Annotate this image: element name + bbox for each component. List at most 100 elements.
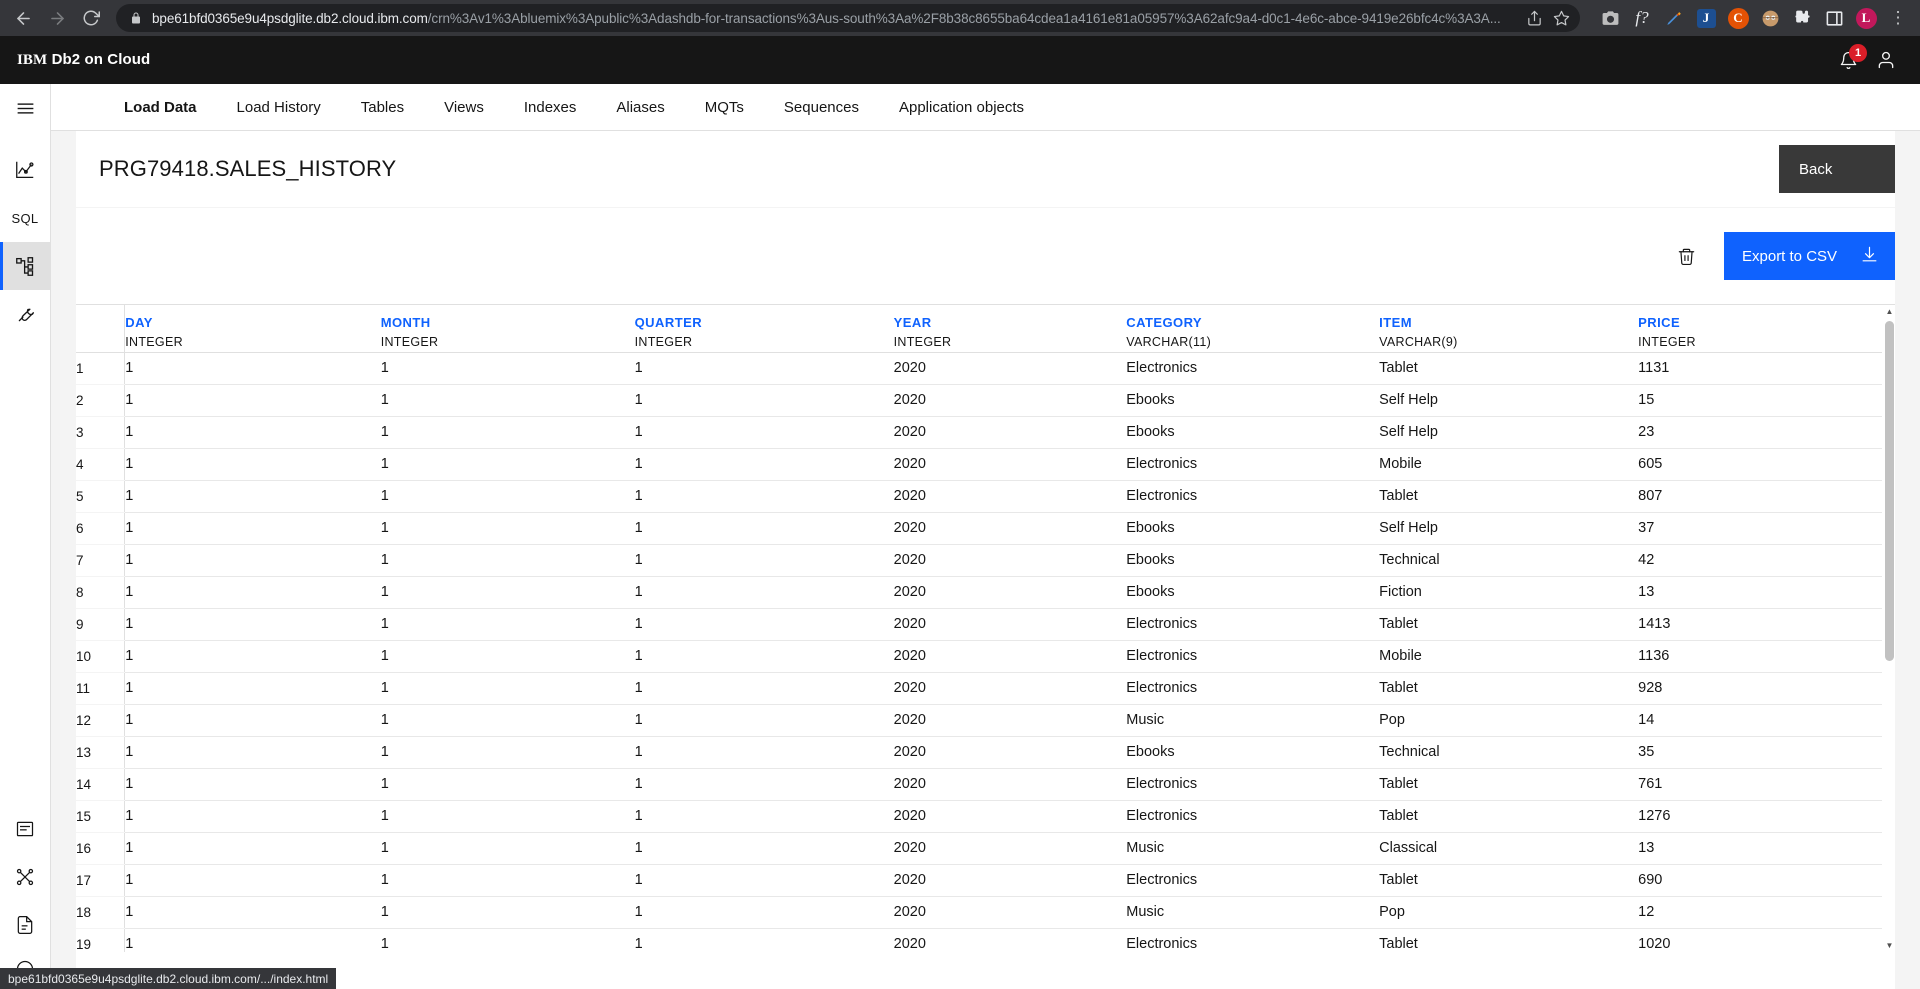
cell-month[interactable]: 1 (380, 736, 635, 769)
console-icon[interactable] (0, 805, 51, 853)
cell-month[interactable]: 1 (380, 512, 635, 545)
cell-month[interactable]: 1 (380, 480, 635, 513)
cell-day[interactable]: 1 (124, 800, 381, 833)
cell-day[interactable]: 1 (124, 736, 381, 769)
cell-category[interactable]: Music (1126, 832, 1380, 865)
tab-sequences[interactable]: Sequences (764, 84, 879, 130)
cell-day[interactable]: 1 (124, 832, 381, 865)
column-header-quarter[interactable]: QUARTER INTEGER (634, 305, 894, 353)
cell-year[interactable]: 2020 (893, 864, 1127, 897)
cell-quarter[interactable]: 1 (634, 768, 894, 801)
cell-month[interactable]: 1 (380, 928, 635, 952)
cell-month[interactable]: 1 (380, 864, 635, 897)
column-header-year[interactable]: YEAR INTEGER (893, 305, 1127, 353)
scroll-up-arrow-icon[interactable]: ▲ (1883, 305, 1896, 318)
cell-day[interactable]: 1 (124, 544, 381, 577)
table-row[interactable]: 9 1 1 1 2020 Electronics Tablet 1413 (76, 608, 1882, 641)
cell-price[interactable]: 37 (1638, 512, 1882, 545)
scroll-down-arrow-icon[interactable]: ▼ (1883, 939, 1896, 952)
cell-day[interactable]: 1 (124, 896, 381, 929)
app-brand[interactable]: IBM Db2 on Cloud (17, 51, 150, 69)
cell-category[interactable]: Music (1126, 704, 1380, 737)
cell-item[interactable]: Mobile (1379, 640, 1639, 673)
cell-year[interactable]: 2020 (893, 608, 1127, 641)
cell-month[interactable]: 1 (380, 352, 635, 385)
cell-day[interactable]: 1 (124, 448, 381, 481)
puzzle-extensions-icon[interactable] (1788, 4, 1816, 32)
cell-category[interactable]: Ebooks (1126, 544, 1380, 577)
profile-avatar[interactable]: L (1852, 4, 1880, 32)
tab-application-objects[interactable]: Application objects (879, 84, 1044, 130)
cell-month[interactable]: 1 (380, 544, 635, 577)
cell-price[interactable]: 14 (1638, 704, 1882, 737)
cell-category[interactable]: Music (1126, 896, 1380, 929)
cell-price[interactable]: 761 (1638, 768, 1882, 801)
table-row[interactable]: 5 1 1 1 2020 Electronics Tablet 807 (76, 480, 1882, 513)
avatar-extension-icon[interactable] (1756, 4, 1784, 32)
table-row[interactable]: 11 1 1 1 2020 Electronics Tablet 928 (76, 672, 1882, 705)
cell-quarter[interactable]: 1 (634, 608, 894, 641)
share-icon[interactable] (1526, 10, 1543, 27)
table-row[interactable]: 12 1 1 1 2020 Music Pop 14 (76, 704, 1882, 737)
address-bar[interactable]: bpe61bfd0365e9u4psdglite.db2.cloud.ibm.c… (116, 4, 1580, 32)
cell-item[interactable]: Tablet (1379, 800, 1639, 833)
cell-price[interactable]: 1276 (1638, 800, 1882, 833)
cell-day[interactable]: 1 (124, 704, 381, 737)
table-row[interactable]: 1 1 1 1 2020 Electronics Tablet 1131 (76, 352, 1882, 385)
tab-mqts[interactable]: MQTs (685, 84, 764, 130)
column-header-category[interactable]: CATEGORY VARCHAR(11) (1126, 305, 1380, 353)
cell-item[interactable]: Tablet (1379, 608, 1639, 641)
cell-day[interactable]: 1 (124, 416, 381, 449)
cell-item[interactable]: Self Help (1379, 416, 1639, 449)
tab-aliases[interactable]: Aliases (596, 84, 684, 130)
tab-indexes[interactable]: Indexes (504, 84, 597, 130)
cell-quarter[interactable]: 1 (634, 928, 894, 952)
cell-quarter[interactable]: 1 (634, 800, 894, 833)
cell-price[interactable]: 1020 (1638, 928, 1882, 952)
cell-item[interactable]: Tablet (1379, 864, 1639, 897)
cell-quarter[interactable]: 1 (634, 416, 894, 449)
cell-quarter[interactable]: 1 (634, 512, 894, 545)
cell-price[interactable]: 35 (1638, 736, 1882, 769)
cell-day[interactable]: 1 (124, 768, 381, 801)
cell-year[interactable]: 2020 (893, 448, 1127, 481)
cell-quarter[interactable]: 1 (634, 384, 894, 417)
cell-item[interactable]: Tablet (1379, 672, 1639, 705)
cell-year[interactable]: 2020 (893, 640, 1127, 673)
cell-price[interactable]: 42 (1638, 544, 1882, 577)
cell-category[interactable]: Ebooks (1126, 384, 1380, 417)
math-formula-extension-icon[interactable]: f? (1628, 4, 1656, 32)
cell-month[interactable]: 1 (380, 704, 635, 737)
chrome-menu-icon[interactable]: ⋮ (1884, 4, 1912, 32)
cell-price[interactable]: 807 (1638, 480, 1882, 513)
cell-price[interactable]: 13 (1638, 832, 1882, 865)
cell-quarter[interactable]: 1 (634, 480, 894, 513)
cell-day[interactable]: 1 (124, 864, 381, 897)
cell-year[interactable]: 2020 (893, 576, 1127, 609)
cell-year[interactable]: 2020 (893, 416, 1127, 449)
tab-tables[interactable]: Tables (341, 84, 424, 130)
cell-item[interactable]: Classical (1379, 832, 1639, 865)
cell-category[interactable]: Electronics (1126, 800, 1380, 833)
cell-quarter[interactable]: 1 (634, 736, 894, 769)
cell-month[interactable]: 1 (380, 672, 635, 705)
cell-day[interactable]: 1 (124, 672, 381, 705)
cell-price[interactable]: 605 (1638, 448, 1882, 481)
cell-item[interactable]: Technical (1379, 736, 1639, 769)
column-header-month[interactable]: MONTH INTEGER (380, 305, 635, 353)
tab-load-data[interactable]: Load Data (104, 84, 217, 130)
cell-category[interactable]: Ebooks (1126, 736, 1380, 769)
cell-quarter[interactable]: 1 (634, 864, 894, 897)
table-row[interactable]: 6 1 1 1 2020 Ebooks Self Help 37 (76, 512, 1882, 545)
column-header-item[interactable]: ITEM VARCHAR(9) (1379, 305, 1639, 353)
cell-category[interactable]: Electronics (1126, 352, 1380, 385)
table-row[interactable]: 7 1 1 1 2020 Ebooks Technical 42 (76, 544, 1882, 577)
cell-month[interactable]: 1 (380, 384, 635, 417)
cell-item[interactable]: Tablet (1379, 768, 1639, 801)
monitoring-chart-icon[interactable] (0, 146, 51, 194)
bell-icon[interactable]: 1 (1839, 43, 1867, 70)
table-row[interactable]: 18 1 1 1 2020 Music Pop 12 (76, 896, 1882, 929)
cell-month[interactable]: 1 (380, 608, 635, 641)
cell-item[interactable]: Technical (1379, 544, 1639, 577)
cell-price[interactable]: 23 (1638, 416, 1882, 449)
